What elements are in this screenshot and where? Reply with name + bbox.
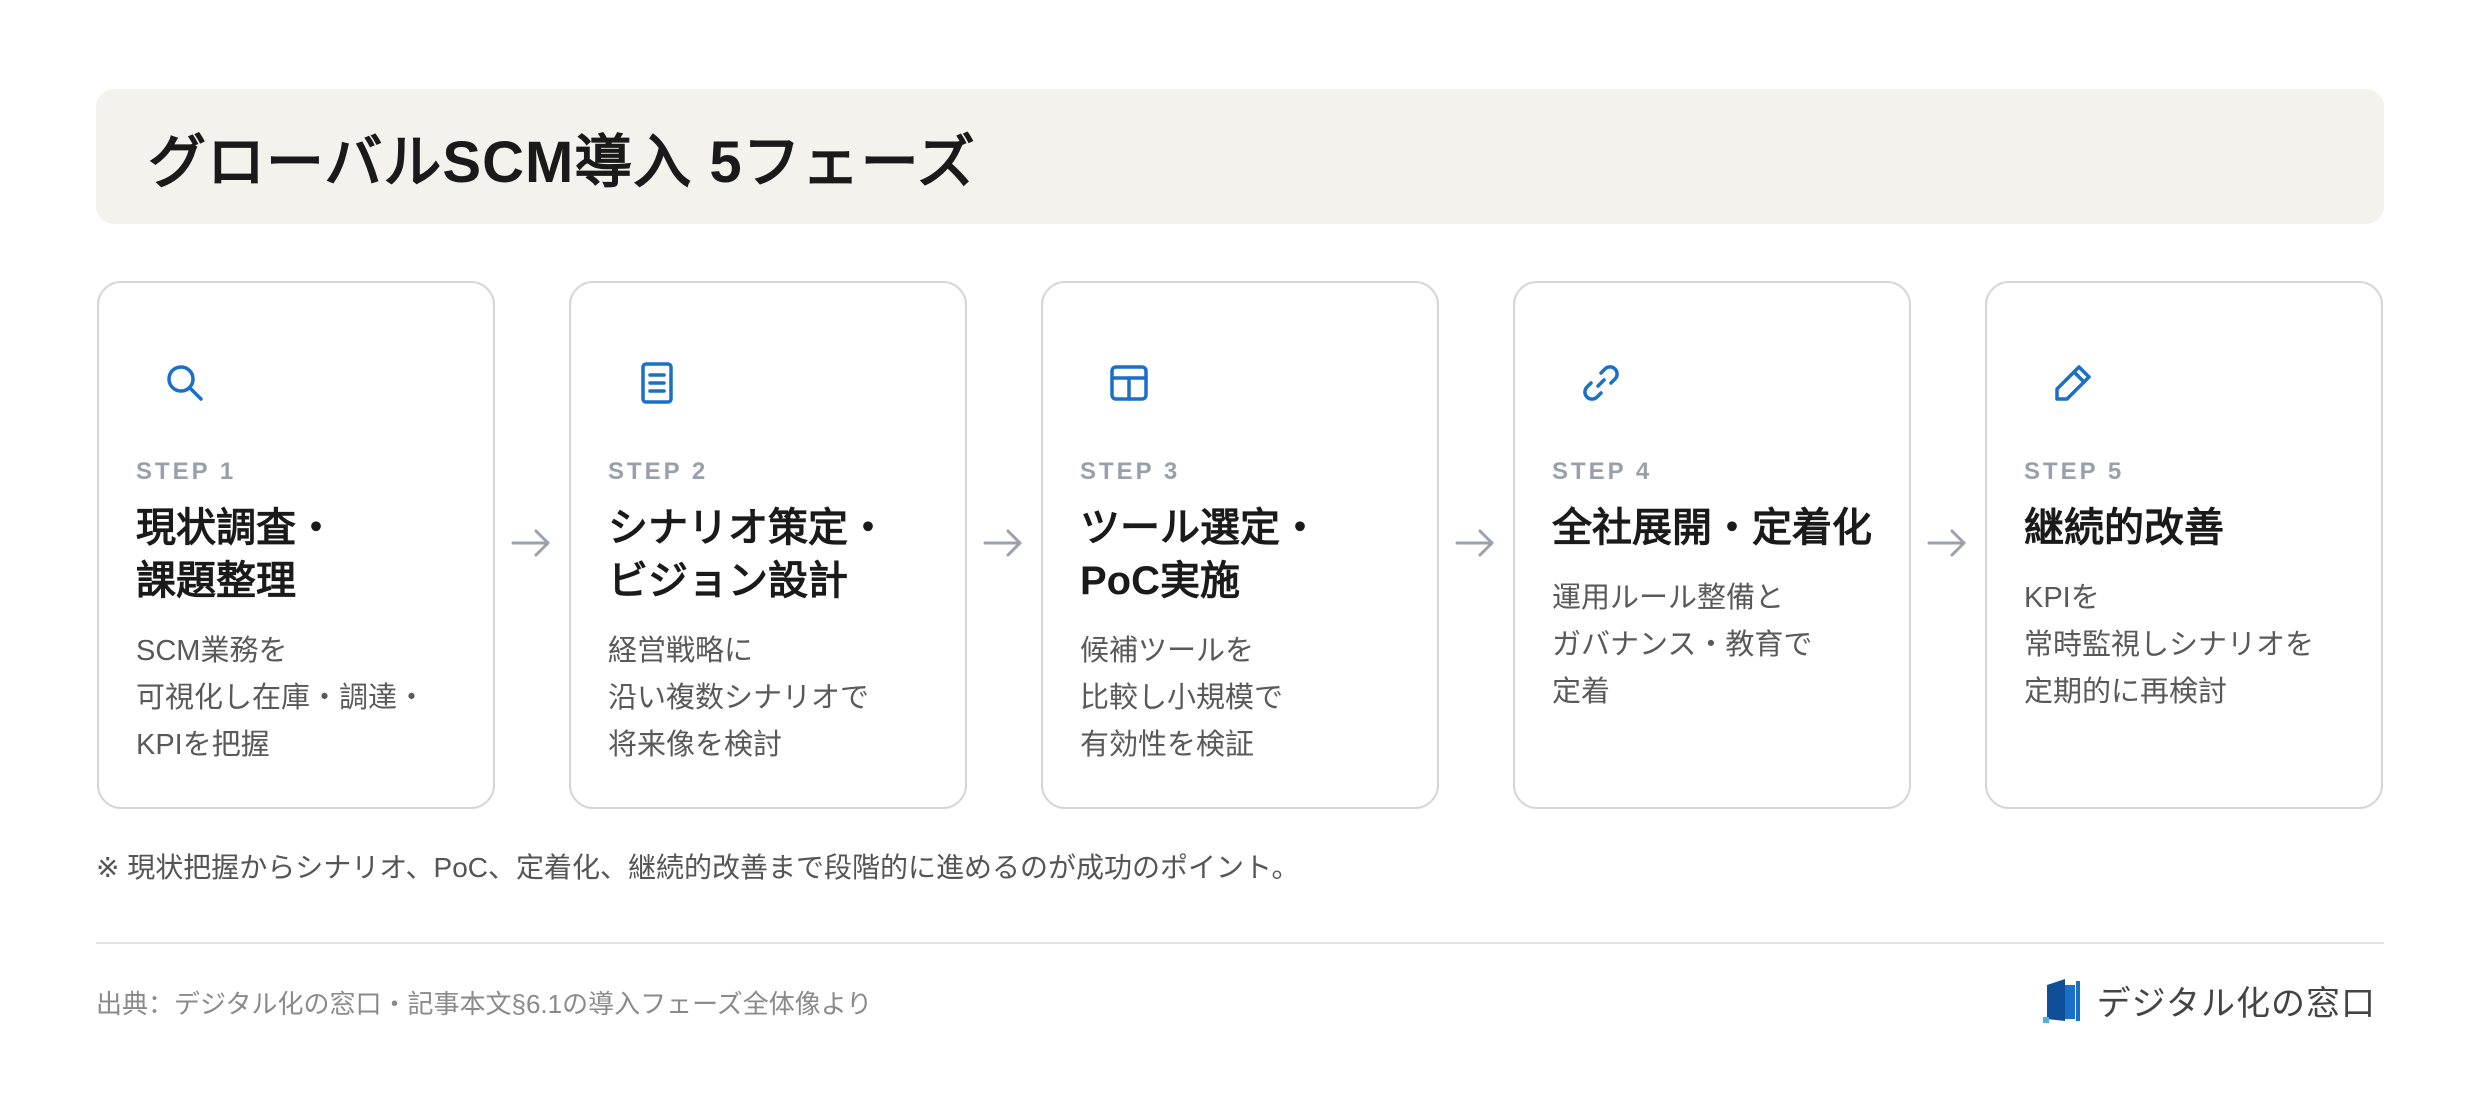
- step-card-1: STEP 1 現状調査・ 課題整理 SCM業務を 可視化し在庫・調達・ KPIを…: [97, 281, 495, 809]
- step-label: STEP 2: [608, 458, 709, 485]
- step-description: 候補ツールを 比較し小規模で 有効性を検証: [1080, 635, 1284, 761]
- arrow-right-icon: [1454, 526, 1496, 560]
- step-title: 全社展開・定着化: [1552, 506, 1872, 550]
- link-icon: [1577, 359, 1625, 407]
- step-title: シナリオ策定・ ビジョン設計: [608, 506, 888, 603]
- source-citation: 出典：デジタル化の窓口・記事本文§6.1の導入フェーズ全体像より: [96, 989, 873, 1019]
- pencil-icon: [2049, 359, 2097, 407]
- step-description: 経営戦略に 沿い複数シナリオで 将来像を検討: [608, 635, 870, 761]
- footnote: ※ 現状把握からシナリオ、PoC、定着化、継続的改善まで段階的に進めるのが成功の…: [96, 852, 1300, 883]
- step-card-2: STEP 2 シナリオ策定・ ビジョン設計 経営戦略に 沿い複数シナリオで 将来…: [569, 281, 967, 809]
- brand-name: デジタル化の窓口: [2096, 985, 2376, 1023]
- search-icon: [161, 359, 209, 407]
- title-banner: グローバルSCM導入 5フェーズ: [96, 89, 2384, 224]
- window-logo-icon: [2042, 977, 2083, 1025]
- document-icon: [633, 359, 681, 407]
- step-label: STEP 1: [136, 458, 237, 485]
- page-title: グローバルSCM導入 5フェーズ: [148, 129, 976, 195]
- step-title: ツール選定・ PoC実施: [1080, 506, 1320, 603]
- brand-logo: デジタル化の窓口: [2042, 976, 2376, 1025]
- arrow-right-icon: [982, 526, 1024, 560]
- step-title: 現状調査・ 課題整理: [136, 506, 336, 603]
- step-label: STEP 3: [1080, 458, 1181, 485]
- step-label: STEP 4: [1552, 458, 1653, 485]
- divider: [96, 942, 2384, 944]
- step-card-3: STEP 3 ツール選定・ PoC実施 候補ツールを 比較し小規模で 有効性を検…: [1041, 281, 1439, 809]
- arrow-right-icon: [510, 526, 552, 560]
- step-label: STEP 5: [2024, 458, 2125, 485]
- table-icon: [1105, 359, 1153, 407]
- step-description: SCM業務を 可視化し在庫・調達・ KPIを把握: [136, 635, 427, 761]
- step-card-5: STEP 5 継続的改善 KPIを 常時監視しシナリオを 定期的に再検討: [1985, 281, 2383, 809]
- step-description: KPIを 常時監視しシナリオを 定期的に再検討: [2024, 582, 2315, 708]
- step-description: 運用ルール整備と ガバナンス・教育で 定着: [1552, 582, 1813, 708]
- step-card-4: STEP 4 全社展開・定着化 運用ルール整備と ガバナンス・教育で 定着: [1513, 281, 1911, 809]
- step-title: 継続的改善: [2024, 506, 2224, 550]
- arrow-right-icon: [1926, 526, 1968, 560]
